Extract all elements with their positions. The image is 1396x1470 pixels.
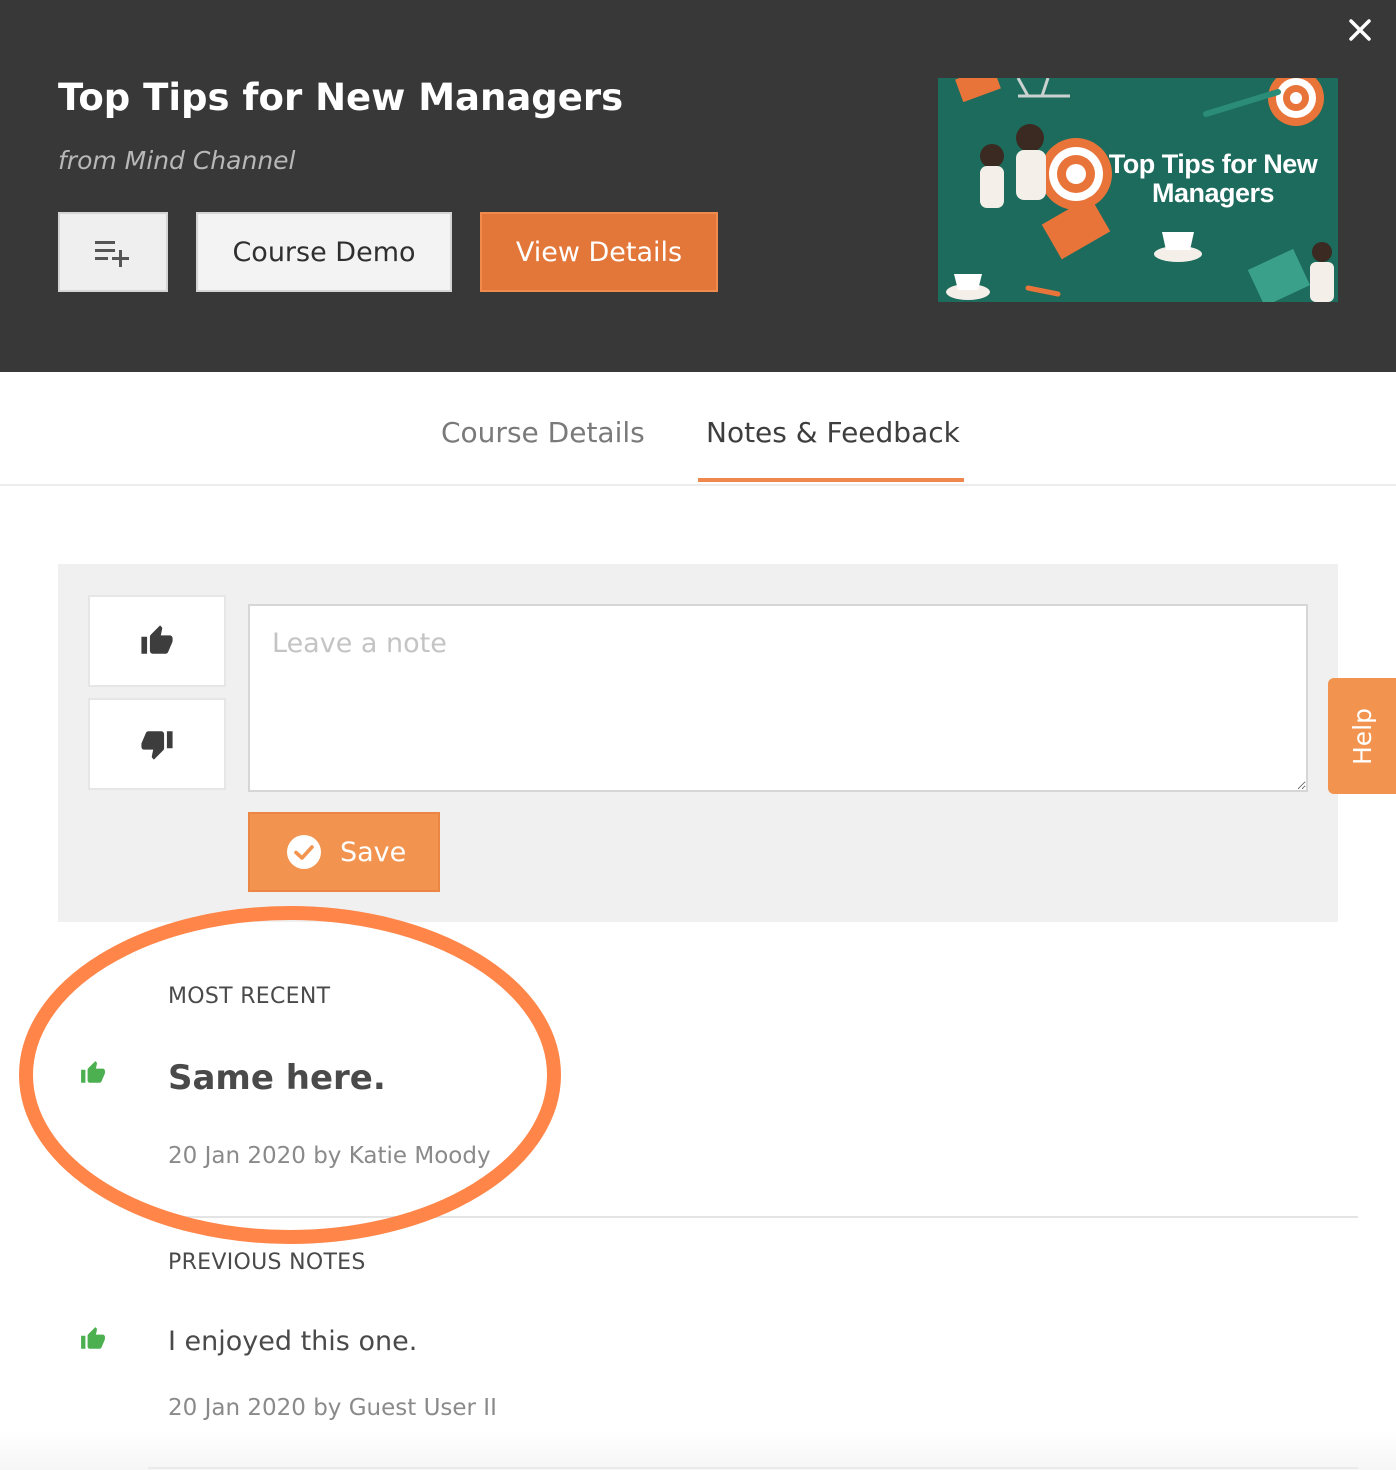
thumbnail-caption: Top Tips for New Managers (1108, 149, 1318, 208)
thumbs-down-button[interactable] (88, 698, 226, 790)
previous-notes-heading: PREVIOUS NOTES (168, 1250, 366, 1275)
save-button[interactable]: Save (248, 812, 440, 892)
note-form-panel: Save (58, 564, 1338, 922)
thumbs-up-icon (141, 625, 173, 654)
divider (148, 1467, 1358, 1469)
divider (148, 1216, 1358, 1218)
note-meta: 20 Jan 2020 by Guest User II (168, 1395, 497, 1421)
tab-course-details[interactable]: Course Details (441, 416, 645, 449)
course-provider: from Mind Channel (58, 146, 296, 175)
note-textarea[interactable] (248, 604, 1308, 792)
course-title: Top Tips for New Managers (58, 76, 624, 119)
view-details-button[interactable]: View Details (480, 212, 718, 292)
course-thumbnail: Top Tips for New Managers (938, 78, 1338, 302)
help-label: Help (1347, 707, 1377, 765)
scroll-fade (0, 1430, 1396, 1470)
thumbs-up-button[interactable] (88, 595, 226, 687)
tab-bar: Course Details Notes & Feedback (0, 372, 1396, 486)
add-to-playlist-button[interactable] (58, 212, 168, 292)
check-circle-icon (287, 835, 321, 869)
thumbs-up-icon (81, 1327, 105, 1349)
active-tab-indicator (698, 478, 964, 482)
note-text: Same here. (168, 1058, 386, 1098)
thumbs-down-icon (141, 731, 173, 760)
thumbs-up-icon (81, 1061, 105, 1083)
course-demo-button[interactable]: Course Demo (196, 212, 452, 292)
most-recent-heading: MOST RECENT (168, 984, 331, 1009)
note-text: I enjoyed this one. (168, 1326, 418, 1357)
help-tab[interactable]: Help (1328, 678, 1396, 794)
note-meta: 20 Jan 2020 by Katie Moody (168, 1143, 491, 1169)
save-label: Save (340, 836, 407, 868)
playlist-add-icon (95, 241, 129, 267)
close-icon[interactable] (1342, 12, 1378, 48)
course-header: Top Tips for New Managers from Mind Chan… (0, 0, 1396, 372)
tab-notes-feedback[interactable]: Notes & Feedback (706, 416, 960, 449)
